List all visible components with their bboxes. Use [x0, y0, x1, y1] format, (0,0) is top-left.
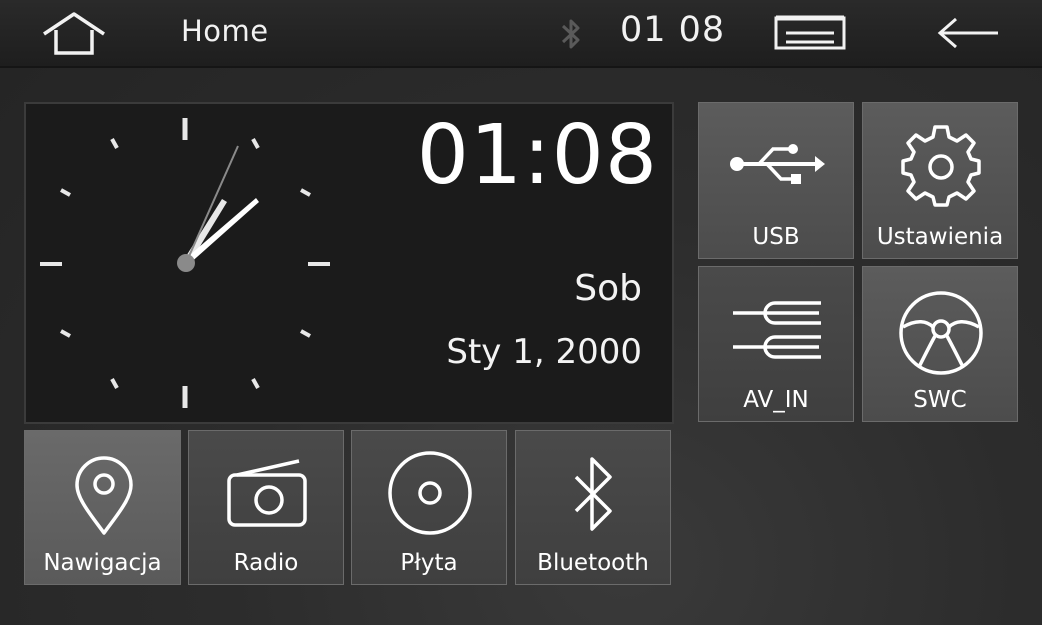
usb-tile[interactable]: USB [698, 102, 854, 259]
home-icon[interactable] [38, 8, 110, 58]
swc-tile[interactable]: SWC [862, 266, 1018, 422]
navigation-label: Nawigacja [43, 550, 162, 576]
av-in-tile[interactable]: AV_IN [698, 266, 854, 422]
status-time: 01 08 [620, 10, 726, 50]
av-input-icon [733, 301, 821, 359]
radio-tile[interactable]: Radio [188, 430, 344, 585]
location-pin-icon [75, 456, 133, 535]
settings-tile[interactable]: Ustawienia [862, 102, 1018, 259]
date-label: Sty 1, 2000 [446, 332, 642, 372]
usb-icon [730, 144, 825, 184]
disc-tile[interactable]: Płyta [351, 430, 507, 585]
second-hand [185, 145, 239, 264]
back-arrow-icon[interactable] [934, 14, 1002, 52]
page-title: Home [181, 14, 269, 48]
analog-clock [40, 118, 330, 408]
clock-widget[interactable]: 01:08 Sob Sty 1, 2000 [24, 102, 674, 424]
bluetooth-tile[interactable]: Bluetooth [515, 430, 671, 585]
gear-icon [901, 125, 981, 207]
disc-icon [388, 451, 472, 535]
menu-icon[interactable] [772, 14, 848, 52]
radio-label: Radio [233, 550, 299, 576]
radio-icon [227, 459, 307, 527]
steering-wheel-icon [899, 291, 983, 375]
day-of-week: Sob [574, 268, 642, 309]
settings-label: Ustawienia [876, 224, 1004, 250]
digital-time: 01:08 [416, 108, 658, 203]
clock-center [177, 254, 195, 272]
swc-label: SWC [913, 387, 967, 413]
navigation-tile[interactable]: Nawigacja [24, 430, 181, 585]
bluetooth-icon [561, 19, 580, 49]
disc-label: Płyta [400, 550, 458, 576]
av-in-label: AV_IN [743, 387, 809, 413]
bluetooth-label: Bluetooth [537, 550, 649, 576]
bluetooth-icon [574, 457, 612, 531]
top-bar: Home 01 08 [0, 0, 1042, 68]
home-screen: Home 01 08 01:08 Sob Sty 1, 2000 USB Ust… [0, 0, 1042, 625]
usb-label: USB [752, 224, 800, 250]
